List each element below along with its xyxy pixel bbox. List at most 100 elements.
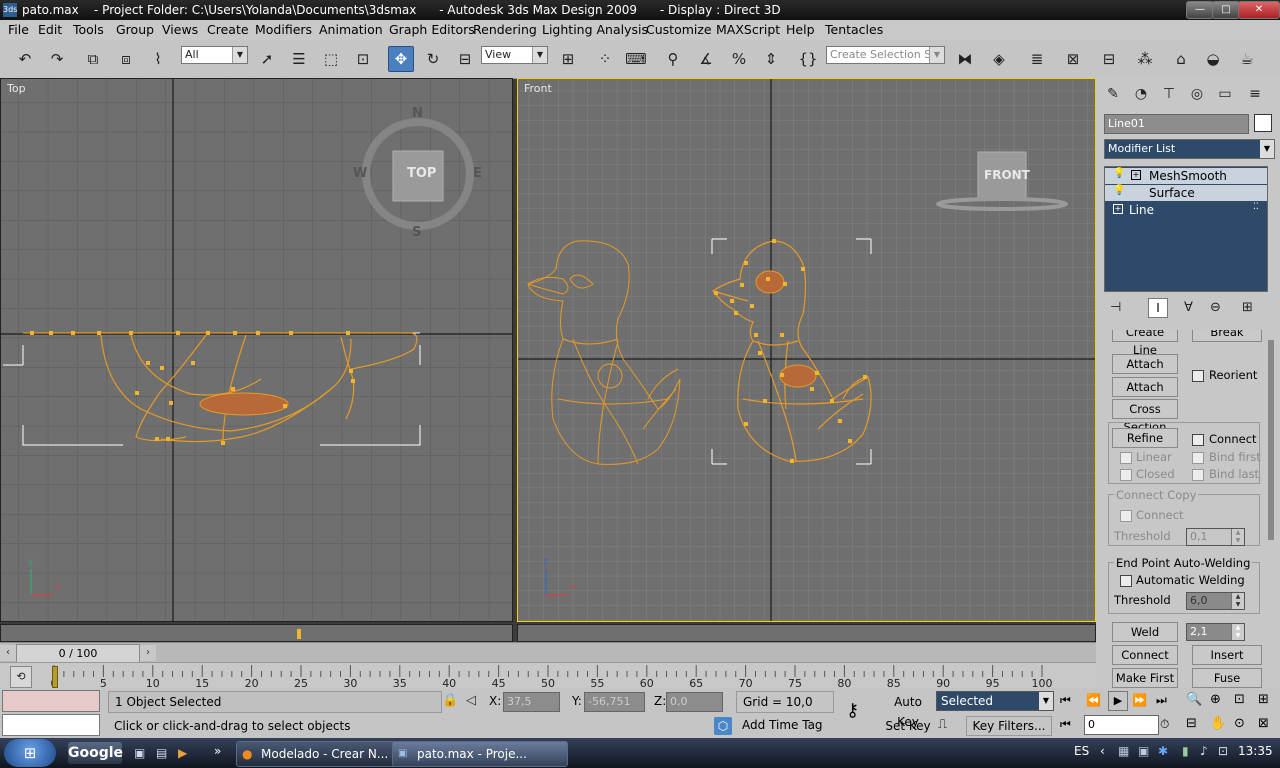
- curve-editor-icon[interactable]: ⊠: [1060, 46, 1086, 72]
- menu-graph-editors[interactable]: Graph Editors: [389, 22, 475, 37]
- spinner-arrows-icon[interactable]: ▲ ▼: [1231, 529, 1244, 545]
- tray-network-icon[interactable]: ▦: [1118, 744, 1129, 758]
- stack-item-line[interactable]: + Line ⁚⁚: [1105, 202, 1267, 218]
- hierarchy-tab-icon[interactable]: ⊤: [1158, 83, 1180, 105]
- language-indicator[interactable]: ES: [1074, 744, 1089, 758]
- expand-icon[interactable]: +: [1131, 170, 1141, 180]
- menu-views[interactable]: Views: [162, 22, 198, 37]
- tray-battery-icon[interactable]: ▮: [1182, 744, 1189, 758]
- menu-tools[interactable]: Tools: [73, 22, 104, 37]
- weld-spinner[interactable]: 2,1 ▲ ▼: [1186, 623, 1245, 641]
- layers-icon[interactable]: ≣: [1024, 46, 1050, 72]
- tray-expand-icon[interactable]: ‹: [1100, 744, 1105, 758]
- select-icon[interactable]: ➚: [254, 46, 280, 72]
- menu-tentacles[interactable]: Tentacles: [825, 22, 883, 37]
- spinner-snap-icon[interactable]: ⇕: [758, 46, 784, 72]
- play-icon[interactable]: ▶: [1108, 691, 1128, 711]
- object-color-swatch[interactable]: [1254, 114, 1272, 132]
- goto-start-icon[interactable]: ⏮: [1060, 693, 1071, 708]
- menu-group[interactable]: Group: [116, 22, 154, 37]
- lock-icon[interactable]: 🔒: [442, 693, 458, 708]
- refine-button[interactable]: Refine: [1112, 428, 1178, 448]
- close-button[interactable]: ✕: [1238, 1, 1280, 19]
- expand-icon[interactable]: +: [1113, 204, 1123, 214]
- prev-frame-icon[interactable]: ⏪: [1086, 693, 1101, 707]
- maxscript-listener-bottom[interactable]: [2, 714, 100, 736]
- schematic-icon[interactable]: ⊟: [1096, 46, 1122, 72]
- menu-rendering[interactable]: Rendering: [473, 22, 537, 37]
- top-viewport[interactable]: Top TOP N S W E y x: [0, 78, 513, 622]
- align-icon[interactable]: ◈: [986, 46, 1012, 72]
- menu-modifiers[interactable]: Modifiers: [255, 22, 312, 37]
- time-prev-icon[interactable]: ‹: [0, 645, 16, 661]
- connect-button[interactable]: Connect: [1112, 645, 1178, 665]
- menu-edit[interactable]: Edit: [38, 22, 62, 37]
- insert-button[interactable]: Insert: [1192, 645, 1262, 665]
- rect-region-icon[interactable]: ⬚: [318, 46, 344, 72]
- move-icon[interactable]: ✥: [388, 46, 414, 72]
- switch-windows-icon[interactable]: ▤: [156, 746, 167, 760]
- task-firefox[interactable]: ● Modelado - Crear N...: [236, 741, 410, 767]
- maximize-button[interactable]: □: [1212, 1, 1240, 19]
- add-time-tag[interactable]: Add Time Tag: [742, 718, 823, 732]
- app-icon[interactable]: 3ds: [3, 3, 17, 17]
- connect-checkbox[interactable]: [1192, 434, 1204, 446]
- bind-spacewarp-icon[interactable]: ⌇: [145, 46, 171, 72]
- panel-scrollbar[interactable]: [1268, 340, 1274, 540]
- unlink-icon[interactable]: ⧈: [113, 46, 139, 72]
- current-frame-marker[interactable]: [52, 666, 58, 688]
- break-button[interactable]: Break: [1192, 330, 1262, 342]
- selection-filter-dropdown[interactable]: All ▼: [181, 46, 248, 64]
- lightbulb-icon[interactable]: 💡: [1113, 185, 1125, 196]
- task-3dsmax[interactable]: ▣ pato.max - Proje...: [392, 741, 568, 767]
- y-coordinate-field[interactable]: -56,751: [584, 692, 645, 712]
- tray-bluetooth-icon[interactable]: ✱: [1158, 744, 1168, 758]
- attach-button[interactable]: Attach: [1112, 354, 1178, 374]
- bind-first-checkbox[interactable]: [1192, 452, 1204, 464]
- menu-animation[interactable]: Animation: [319, 22, 383, 37]
- default-tangent-icon[interactable]: ⎍: [938, 717, 947, 732]
- key-mode-dropdown[interactable]: Selected ▼: [936, 691, 1054, 711]
- undo-icon[interactable]: ↶: [12, 46, 38, 72]
- start-button[interactable]: ⊞: [4, 739, 56, 767]
- menu-file[interactable]: File: [8, 22, 29, 37]
- create-tab-icon[interactable]: ✎: [1102, 83, 1124, 105]
- z-coordinate-field[interactable]: 0,0: [666, 692, 723, 712]
- connect-copy-threshold-spinner[interactable]: 0,1 ▲ ▼: [1186, 528, 1245, 546]
- stack-item-surface[interactable]: 💡 Surface: [1105, 185, 1267, 201]
- field-of-view-icon[interactable]: ⊟: [1186, 716, 1197, 731]
- key-icon[interactable]: ⚷: [846, 700, 874, 721]
- menu-help[interactable]: Help: [786, 22, 815, 37]
- show-end-result-icon[interactable]: I: [1148, 298, 1168, 318]
- spinner-arrows-icon[interactable]: ▲ ▼: [1231, 624, 1244, 640]
- time-config-icon[interactable]: ⏱: [1160, 717, 1169, 732]
- manipulate-icon[interactable]: ⁘: [592, 46, 618, 72]
- keyboard-shortcut-icon[interactable]: ⌨: [623, 46, 649, 72]
- material-editor-icon[interactable]: ⁂: [1132, 46, 1158, 72]
- percent-snap-icon[interactable]: %: [726, 46, 752, 72]
- select-link-icon[interactable]: ⧉: [80, 46, 106, 72]
- named-sel-icon[interactable]: {}: [795, 46, 821, 72]
- pin-stack-icon[interactable]: ⊣: [1110, 300, 1121, 315]
- remove-modifier-icon[interactable]: ⊖: [1210, 300, 1221, 315]
- quick-render-icon[interactable]: ☕: [1234, 46, 1260, 72]
- viewcube-face-front[interactable]: FRONT: [984, 168, 1030, 182]
- lightbulb-icon[interactable]: 💡: [1113, 168, 1125, 179]
- x-coordinate-field[interactable]: 37,5: [503, 692, 560, 712]
- auto-key-button[interactable]: Auto Key: [884, 692, 932, 729]
- current-frame-field[interactable]: 0: [1084, 715, 1159, 735]
- automatic-welding-checkbox[interactable]: [1120, 575, 1132, 587]
- rotate-icon[interactable]: ↻: [420, 46, 446, 72]
- welding-threshold-spinner[interactable]: 6,0 ▲ ▼: [1186, 592, 1245, 610]
- transform-mode-icon[interactable]: ◁: [466, 693, 476, 708]
- display-tab-icon[interactable]: ▭: [1214, 83, 1236, 105]
- menu-customize[interactable]: Customize: [646, 22, 712, 37]
- front-viewport[interactable]: Front FRONT z x: [517, 78, 1096, 622]
- ref-coord-dropdown[interactable]: View ▼: [481, 46, 548, 64]
- track-bar[interactable]: ⟲ 05101520253035404550556065707580859095…: [0, 662, 1096, 689]
- key-filters-button[interactable]: Key Filters...: [966, 716, 1052, 736]
- orbit-icon[interactable]: ⊙: [1234, 716, 1245, 731]
- minimize-button[interactable]: —: [1186, 1, 1214, 19]
- snap-icon[interactable]: ⚲: [660, 46, 686, 72]
- tray-app-icon[interactable]: ▣: [1138, 744, 1149, 758]
